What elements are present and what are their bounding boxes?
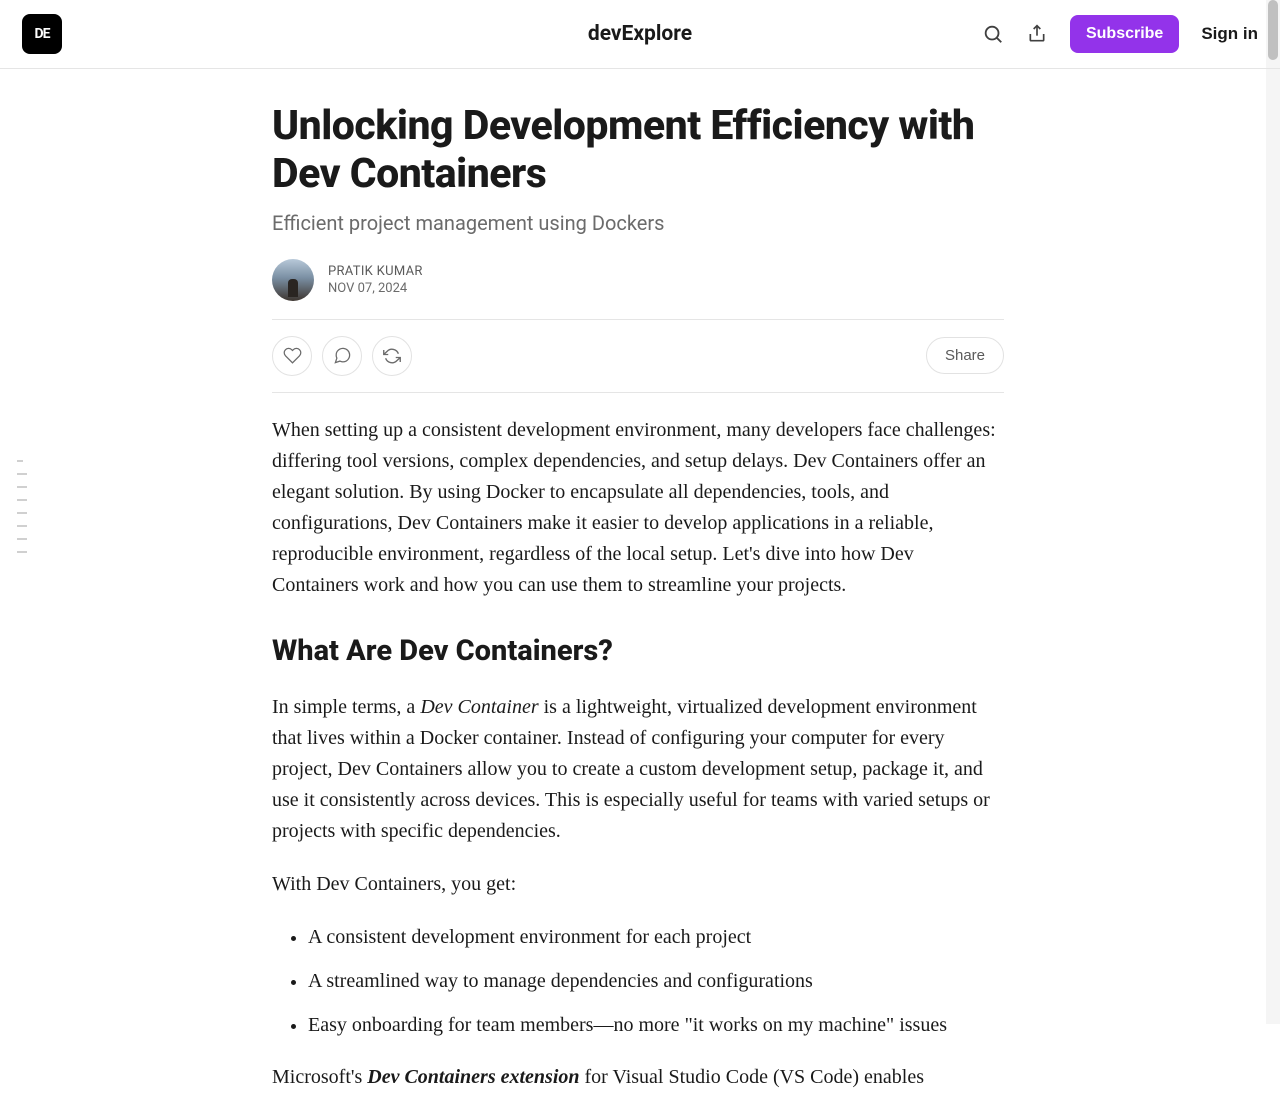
comment-button[interactable] (322, 336, 362, 376)
top-bar: DE devExplore Subscribe Sign in (0, 0, 1280, 69)
heading-what-are: What Are Dev Containers? (272, 629, 1004, 674)
benefits-list: A consistent development environment for… (272, 922, 1004, 1040)
list-item: A consistent development environment for… (308, 922, 1004, 952)
action-row: Share (272, 320, 1004, 392)
scrollbar[interactable] (1266, 0, 1280, 1024)
like-button[interactable] (272, 336, 312, 376)
byline: PRATIK KUMAR NOV 07, 2024 (272, 259, 1004, 301)
article: Unlocking Development Efficiency with De… (272, 69, 1004, 1093)
subscribe-button[interactable]: Subscribe (1070, 15, 1179, 53)
paragraph: Microsoft's Dev Containers extension for… (272, 1062, 1004, 1093)
search-icon[interactable] (982, 23, 1004, 45)
author-name[interactable]: PRATIK KUMAR (328, 264, 423, 279)
toc-indicator[interactable] (17, 460, 27, 553)
paragraph: With Dev Containers, you get: (272, 869, 1004, 900)
post-date: NOV 07, 2024 (328, 281, 423, 296)
restack-button[interactable] (372, 336, 412, 376)
paragraph: In simple terms, a Dev Container is a li… (272, 692, 1004, 847)
author-avatar[interactable] (272, 259, 314, 301)
list-item: A streamlined way to manage dependencies… (308, 966, 1004, 996)
em-text: Dev Containers extension (367, 1066, 579, 1088)
site-logo[interactable]: DE (22, 14, 62, 54)
signin-button[interactable]: Sign in (1201, 24, 1258, 44)
paragraph: When setting up a consistent development… (272, 415, 1004, 601)
share-button[interactable]: Share (926, 337, 1004, 374)
post-title: Unlocking Development Efficiency with De… (272, 102, 1004, 199)
em-text: Dev Container (420, 696, 538, 718)
list-item: Easy onboarding for team members—no more… (308, 1010, 1004, 1040)
text: for Visual Studio Code (VS Code) enables (580, 1066, 925, 1088)
text: Microsoft's (272, 1066, 367, 1088)
site-title[interactable]: devExplore (588, 22, 692, 46)
text: In simple terms, a (272, 696, 420, 718)
post-subtitle: Efficient project management using Docke… (272, 211, 1004, 235)
top-actions: Subscribe Sign in (982, 15, 1258, 53)
article-body: When setting up a consistent development… (272, 393, 1004, 1093)
share-top-icon[interactable] (1026, 23, 1048, 45)
